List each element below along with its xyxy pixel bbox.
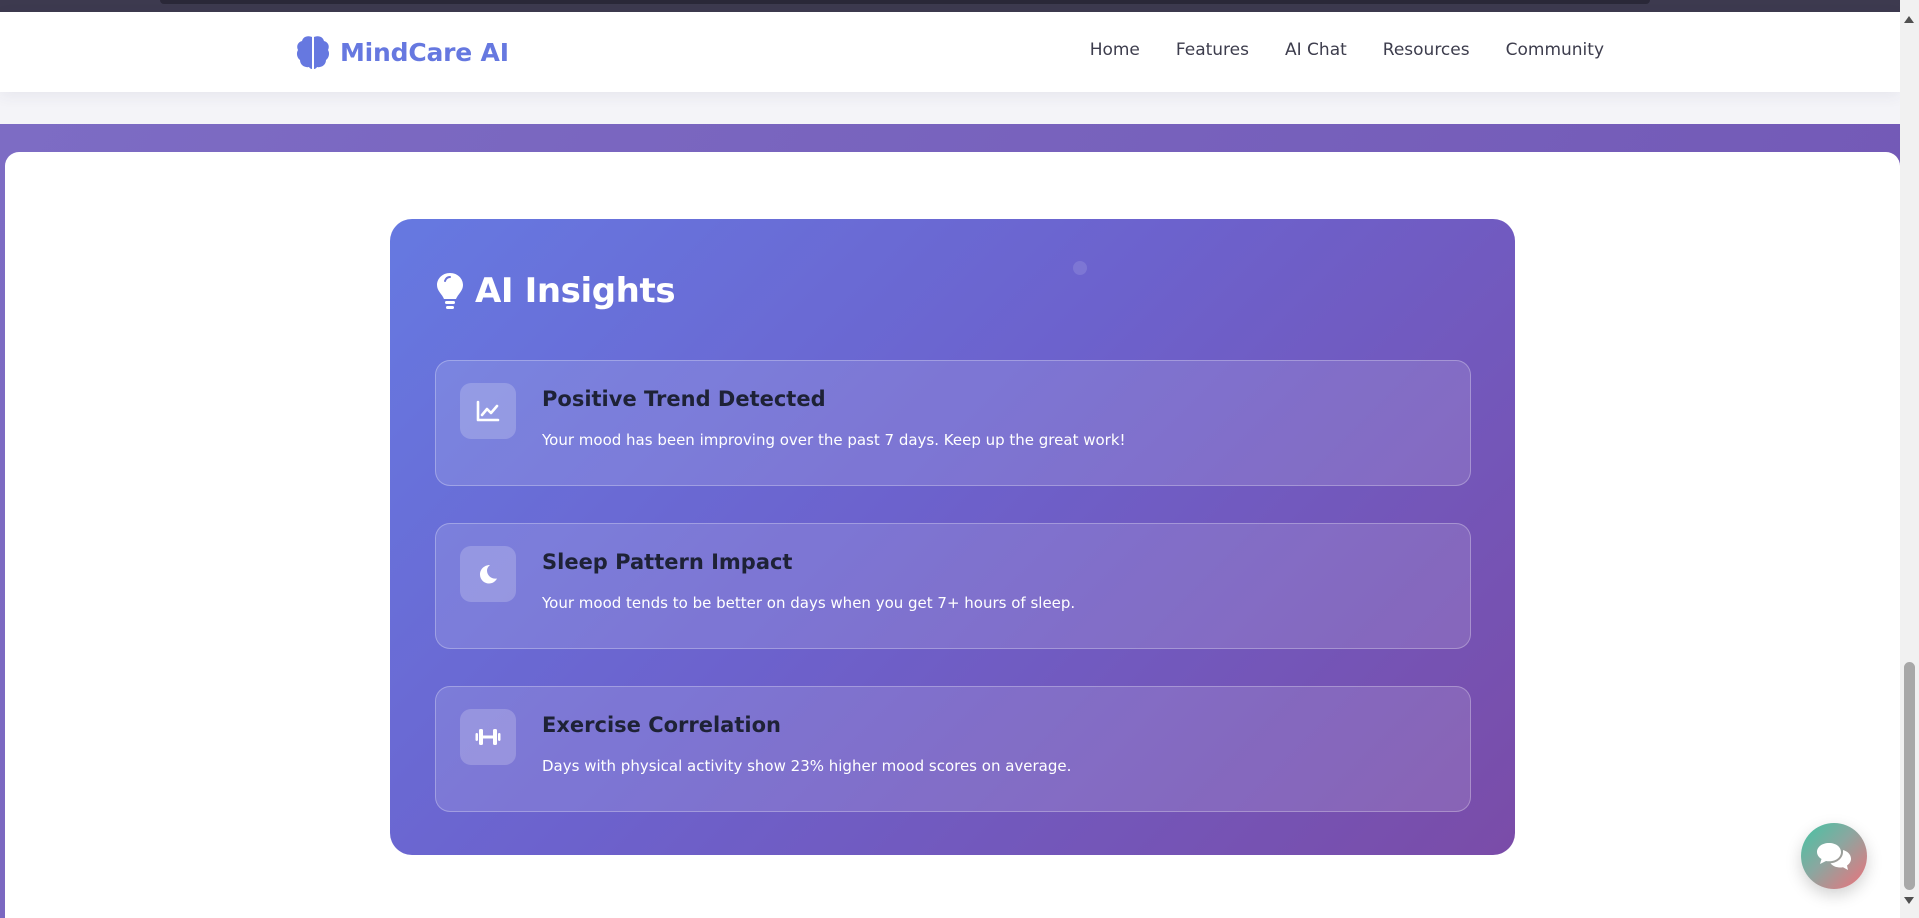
navbar: MindCare AI Home Features AI Chat Resour… [0, 12, 1900, 92]
insight-exercise-correlation: Exercise Correlation Days with physical … [435, 686, 1471, 812]
scroll-down-arrow[interactable] [1904, 897, 1914, 904]
insight-description: Your mood tends to be better on days whe… [542, 594, 1076, 612]
brand-logo[interactable]: MindCare AI [296, 32, 509, 72]
insight-description: Your mood has been improving over the pa… [542, 431, 1126, 449]
insight-icon-box [460, 709, 516, 765]
chart-line-icon [476, 400, 500, 422]
moon-icon [480, 565, 497, 584]
window-top-strip-inner [160, 0, 1650, 4]
scroll-up-arrow[interactable] [1904, 16, 1914, 23]
insight-icon-box [460, 546, 516, 602]
dumbbell-icon [475, 729, 501, 745]
ai-insights-title: AI Insights [475, 271, 676, 311]
window-top-strip [0, 0, 1900, 12]
nav-link-resources[interactable]: Resources [1383, 40, 1470, 60]
decorative-dot [1073, 261, 1087, 275]
insight-title: Sleep Pattern Impact [542, 550, 793, 574]
nav-link-ai-chat[interactable]: AI Chat [1285, 40, 1347, 60]
scroll-thumb[interactable] [1904, 662, 1915, 890]
nav-link-home[interactable]: Home [1090, 40, 1140, 60]
brain-icon [296, 36, 330, 69]
lightbulb-icon [437, 273, 463, 309]
insight-title: Positive Trend Detected [542, 387, 826, 411]
ai-insights-card: AI Insights Positive Trend Detected Your… [390, 219, 1515, 855]
insight-sleep-pattern: Sleep Pattern Impact Your mood tends to … [435, 523, 1471, 649]
insight-description: Days with physical activity show 23% hig… [542, 757, 1072, 775]
main-nav: Home Features AI Chat Resources Communit… [1090, 40, 1604, 60]
ai-insights-heading: AI Insights [435, 271, 676, 311]
insight-positive-trend: Positive Trend Detected Your mood has be… [435, 360, 1471, 486]
nav-link-community[interactable]: Community [1506, 40, 1604, 60]
vertical-scrollbar[interactable] [1900, 0, 1919, 918]
nav-link-features[interactable]: Features [1176, 40, 1249, 60]
chat-button[interactable] [1801, 823, 1867, 889]
header-gap [0, 92, 1900, 124]
insight-title: Exercise Correlation [542, 713, 781, 737]
insight-icon-box [460, 383, 516, 439]
comments-icon [1817, 843, 1851, 870]
brand-name: MindCare AI [340, 37, 509, 67]
